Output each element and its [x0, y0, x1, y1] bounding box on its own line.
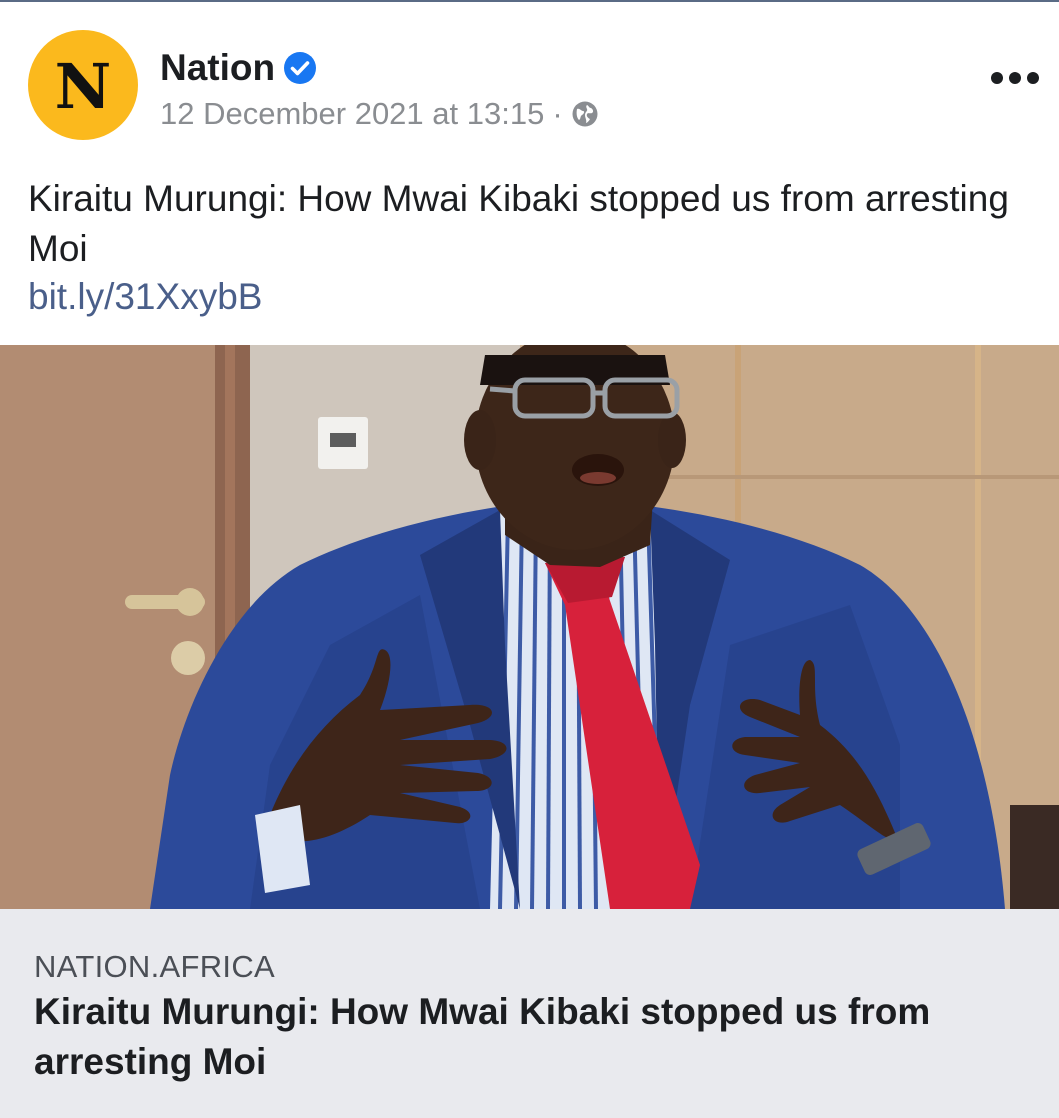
- meta-separator: ·: [552, 96, 563, 131]
- verified-badge-icon: [284, 52, 317, 84]
- article-photo[interactable]: [0, 345, 1059, 909]
- more-dot: [1009, 72, 1021, 84]
- page-name-row: Nation: [160, 46, 317, 90]
- post-timestamp[interactable]: 12 December 2021 at 13:15: [160, 96, 544, 132]
- page-avatar[interactable]: N: [28, 30, 138, 140]
- post-shortlink[interactable]: bit.ly/31XxybB: [28, 274, 262, 320]
- facebook-post: N Nation 12 December 2021 at 13:15 · Kir…: [0, 0, 1059, 1118]
- avatar-logo-letter: N: [54, 50, 112, 123]
- more-options-icon[interactable]: [985, 60, 1045, 96]
- page-name[interactable]: Nation: [160, 47, 275, 89]
- preview-domain: NATION.AFRICA: [34, 949, 276, 984]
- post-header: N Nation 12 December 2021 at 13:15 ·: [0, 2, 1059, 162]
- link-preview[interactable]: NATION.AFRICA Kiraitu Murungi: How Mwai …: [0, 909, 1059, 1118]
- more-dot: [991, 72, 1003, 84]
- post-message: Kiraitu Murungi: How Mwai Kibaki stopped…: [28, 178, 1009, 269]
- preview-title: Kiraitu Murungi: How Mwai Kibaki stopped…: [34, 991, 931, 1082]
- photo-illustration: [0, 345, 1059, 909]
- post-meta: 12 December 2021 at 13:15 ·: [160, 94, 599, 134]
- more-dot: [1027, 72, 1039, 84]
- globe-icon[interactable]: [571, 100, 599, 128]
